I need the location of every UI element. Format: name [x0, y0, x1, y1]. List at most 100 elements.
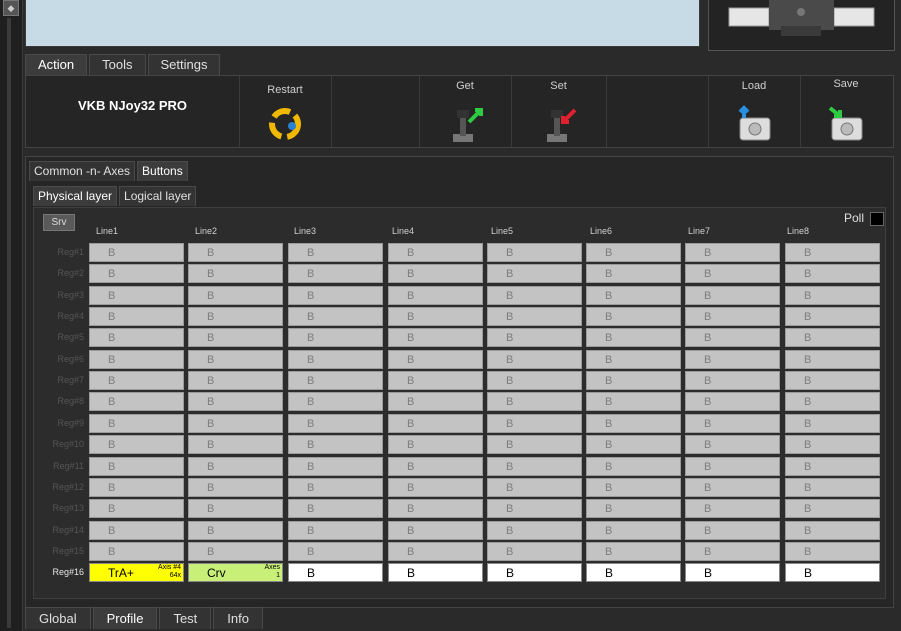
button-cell[interactable]: B: [288, 264, 383, 283]
button-cell[interactable]: B: [685, 414, 780, 433]
tab-physical-layer[interactable]: Physical layer: [33, 186, 118, 206]
get-button[interactable]: [445, 104, 485, 144]
button-cell-reg16-line7[interactable]: B: [685, 563, 780, 582]
tab-tools[interactable]: Tools: [89, 54, 146, 75]
button-cell[interactable]: B: [586, 286, 681, 305]
button-cell[interactable]: B: [586, 542, 681, 561]
button-cell[interactable]: B: [89, 457, 184, 476]
button-cell[interactable]: B: [188, 371, 283, 390]
button-cell[interactable]: B: [487, 328, 582, 347]
button-cell[interactable]: B: [487, 499, 582, 518]
tab-action[interactable]: Action: [25, 54, 88, 75]
button-cell[interactable]: B: [188, 521, 283, 540]
button-cell[interactable]: B: [288, 392, 383, 411]
button-cell[interactable]: B: [89, 435, 184, 454]
button-cell[interactable]: B: [785, 457, 880, 476]
button-cell[interactable]: B: [188, 264, 283, 283]
button-cell-reg16-line4[interactable]: B: [388, 563, 483, 582]
button-cell[interactable]: B: [487, 264, 582, 283]
tab-info[interactable]: Info: [213, 607, 263, 629]
tab-test[interactable]: Test: [159, 607, 212, 629]
button-cell[interactable]: B: [188, 499, 283, 518]
button-cell[interactable]: B: [685, 286, 780, 305]
button-cell[interactable]: B: [487, 542, 582, 561]
button-cell[interactable]: B: [89, 350, 184, 369]
button-cell[interactable]: B: [388, 414, 483, 433]
button-cell[interactable]: B: [785, 371, 880, 390]
button-cell[interactable]: B: [487, 521, 582, 540]
button-cell[interactable]: B: [685, 457, 780, 476]
button-cell[interactable]: B: [89, 414, 184, 433]
button-cell[interactable]: B: [388, 350, 483, 369]
button-cell-reg16-line3[interactable]: B: [288, 563, 383, 582]
button-cell[interactable]: B: [685, 521, 780, 540]
button-cell[interactable]: B: [785, 435, 880, 454]
button-cell[interactable]: B: [785, 328, 880, 347]
button-cell[interactable]: B: [685, 307, 780, 326]
button-cell[interactable]: B: [288, 328, 383, 347]
button-cell[interactable]: B: [188, 542, 283, 561]
restart-button[interactable]: [265, 104, 305, 144]
poll-checkbox[interactable]: [870, 212, 884, 226]
button-cell[interactable]: B: [89, 392, 184, 411]
button-cell[interactable]: B: [288, 286, 383, 305]
button-cell[interactable]: B: [785, 392, 880, 411]
button-cell[interactable]: B: [188, 435, 283, 454]
button-cell[interactable]: B: [785, 499, 880, 518]
button-cell[interactable]: B: [388, 328, 483, 347]
save-button[interactable]: [826, 104, 866, 144]
button-cell[interactable]: B: [288, 350, 383, 369]
button-cell[interactable]: B: [288, 371, 383, 390]
button-cell[interactable]: B: [89, 521, 184, 540]
button-cell[interactable]: B: [586, 478, 681, 497]
button-cell[interactable]: B: [487, 243, 582, 262]
srv-button[interactable]: Srv: [43, 214, 75, 231]
button-cell[interactable]: B: [586, 328, 681, 347]
button-cell[interactable]: B: [388, 371, 483, 390]
button-cell[interactable]: B: [685, 328, 780, 347]
button-cell[interactable]: B: [288, 457, 383, 476]
button-cell-reg16-line6[interactable]: B: [586, 563, 681, 582]
pin-icon[interactable]: ◆: [3, 0, 19, 16]
tab-logical-layer[interactable]: Logical layer: [119, 186, 197, 206]
button-cell-reg16-line2[interactable]: Crv Axes 1: [188, 563, 283, 582]
button-cell[interactable]: B: [388, 499, 483, 518]
button-cell[interactable]: B: [785, 478, 880, 497]
button-cell[interactable]: B: [188, 392, 283, 411]
button-cell[interactable]: B: [685, 264, 780, 283]
button-cell[interactable]: B: [288, 243, 383, 262]
button-cell[interactable]: B: [586, 499, 681, 518]
button-cell[interactable]: B: [388, 542, 483, 561]
button-cell[interactable]: B: [685, 478, 780, 497]
button-cell[interactable]: B: [685, 499, 780, 518]
button-cell[interactable]: B: [188, 457, 283, 476]
button-cell[interactable]: B: [288, 478, 383, 497]
button-cell[interactable]: B: [89, 499, 184, 518]
tab-settings[interactable]: Settings: [147, 54, 221, 75]
button-cell[interactable]: B: [487, 392, 582, 411]
button-cell[interactable]: B: [785, 521, 880, 540]
button-cell[interactable]: B: [685, 243, 780, 262]
button-cell[interactable]: B: [487, 350, 582, 369]
button-cell[interactable]: B: [388, 457, 483, 476]
button-cell[interactable]: B: [487, 414, 582, 433]
button-cell[interactable]: B: [89, 286, 184, 305]
button-cell[interactable]: B: [89, 478, 184, 497]
button-cell[interactable]: B: [89, 328, 184, 347]
button-cell[interactable]: B: [487, 307, 582, 326]
button-cell[interactable]: B: [388, 286, 483, 305]
button-cell[interactable]: B: [188, 414, 283, 433]
button-cell[interactable]: B: [785, 350, 880, 369]
button-cell[interactable]: B: [586, 457, 681, 476]
button-cell[interactable]: B: [288, 542, 383, 561]
button-cell[interactable]: B: [89, 542, 184, 561]
button-cell[interactable]: B: [188, 478, 283, 497]
button-cell[interactable]: B: [685, 392, 780, 411]
tab-global[interactable]: Global: [25, 607, 91, 629]
tab-buttons[interactable]: Buttons: [137, 161, 188, 181]
button-cell[interactable]: B: [388, 264, 483, 283]
button-cell[interactable]: B: [785, 307, 880, 326]
button-cell[interactable]: B: [586, 243, 681, 262]
button-cell[interactable]: B: [188, 243, 283, 262]
button-cell[interactable]: B: [188, 328, 283, 347]
